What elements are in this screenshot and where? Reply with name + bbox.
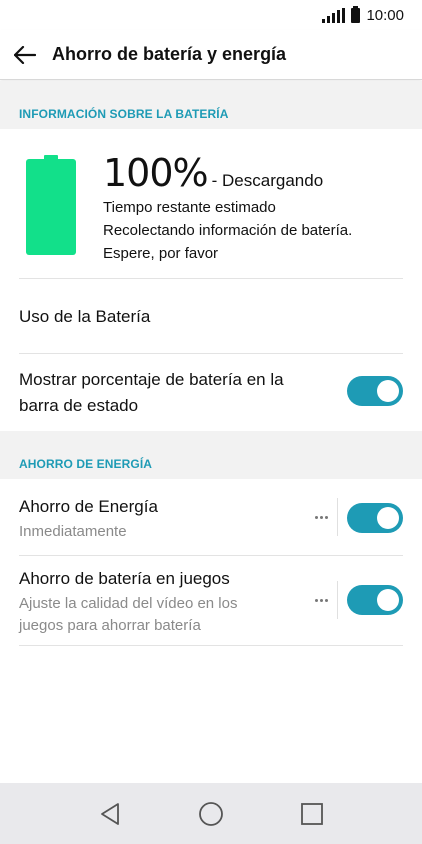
battery-usage-row[interactable]: Uso de la Batería bbox=[0, 279, 422, 353]
game-battery-saver-more-button[interactable] bbox=[309, 588, 333, 612]
show-percentage-row[interactable]: Mostrar porcentaje de batería en la barr… bbox=[0, 354, 422, 431]
energy-saver-subtitle: Inmediatamente bbox=[19, 523, 127, 540]
divider bbox=[19, 645, 403, 646]
circle-home-icon bbox=[199, 801, 223, 826]
triangle-back-icon bbox=[101, 802, 120, 825]
game-battery-saver-title: Ahorro de batería en juegos bbox=[19, 569, 230, 588]
nav-home-button[interactable] bbox=[191, 794, 231, 834]
section-header-battery-info: INFORMACIÓN SOBRE LA BATERÍA bbox=[0, 81, 422, 129]
show-percentage-toggle[interactable] bbox=[347, 376, 403, 406]
page-title: Ahorro de batería y energía bbox=[52, 44, 287, 64]
game-battery-saver-toggle[interactable] bbox=[347, 585, 403, 615]
status-bar: 10:00 bbox=[0, 0, 422, 30]
nav-back-button[interactable] bbox=[90, 794, 130, 834]
signal-icon bbox=[322, 7, 346, 23]
energy-saver-title: Ahorro de Energía bbox=[19, 497, 158, 516]
vertical-separator bbox=[337, 581, 338, 619]
battery-status-icon bbox=[351, 5, 361, 23]
battery-percent: 100% bbox=[103, 151, 209, 195]
game-battery-saver-row[interactable]: Ahorro de batería en juegos Ajuste la ca… bbox=[0, 556, 422, 645]
battery-state: - Descargando bbox=[211, 171, 324, 190]
battery-info-panel: 100% - Descargando Tiempo restante estim… bbox=[0, 129, 422, 279]
section-header-energy-saving: AHORRO DE ENERGÍA bbox=[0, 431, 422, 479]
show-percentage-label-line1: Mostrar porcentaje de batería en la bbox=[19, 370, 284, 389]
back-button[interactable] bbox=[0, 30, 50, 80]
energy-saver-row[interactable]: Ahorro de Energía Inmediatamente bbox=[0, 480, 422, 555]
show-percentage-label-line2: barra de estado bbox=[19, 396, 139, 415]
game-battery-saver-subtitle-line2: juegos para ahorrar batería bbox=[19, 617, 201, 634]
energy-saver-more-button[interactable] bbox=[309, 505, 333, 529]
energy-saver-toggle[interactable] bbox=[347, 503, 403, 533]
vertical-separator bbox=[337, 498, 338, 536]
nav-recent-button[interactable] bbox=[292, 794, 332, 834]
square-recent-icon bbox=[300, 802, 323, 825]
arrow-left-icon bbox=[14, 45, 36, 64]
battery-usage-label: Uso de la Batería bbox=[19, 307, 151, 326]
status-time: 10:00 bbox=[366, 6, 404, 24]
app-bar: Ahorro de batería y energía bbox=[0, 30, 422, 80]
navigation-bar bbox=[0, 783, 422, 844]
battery-estimate: Tiempo restante estimado Recolectando in… bbox=[103, 199, 353, 262]
game-battery-saver-subtitle-line1: Ajuste la calidad del vídeo en los bbox=[19, 595, 238, 612]
battery-level-icon bbox=[26, 155, 76, 255]
